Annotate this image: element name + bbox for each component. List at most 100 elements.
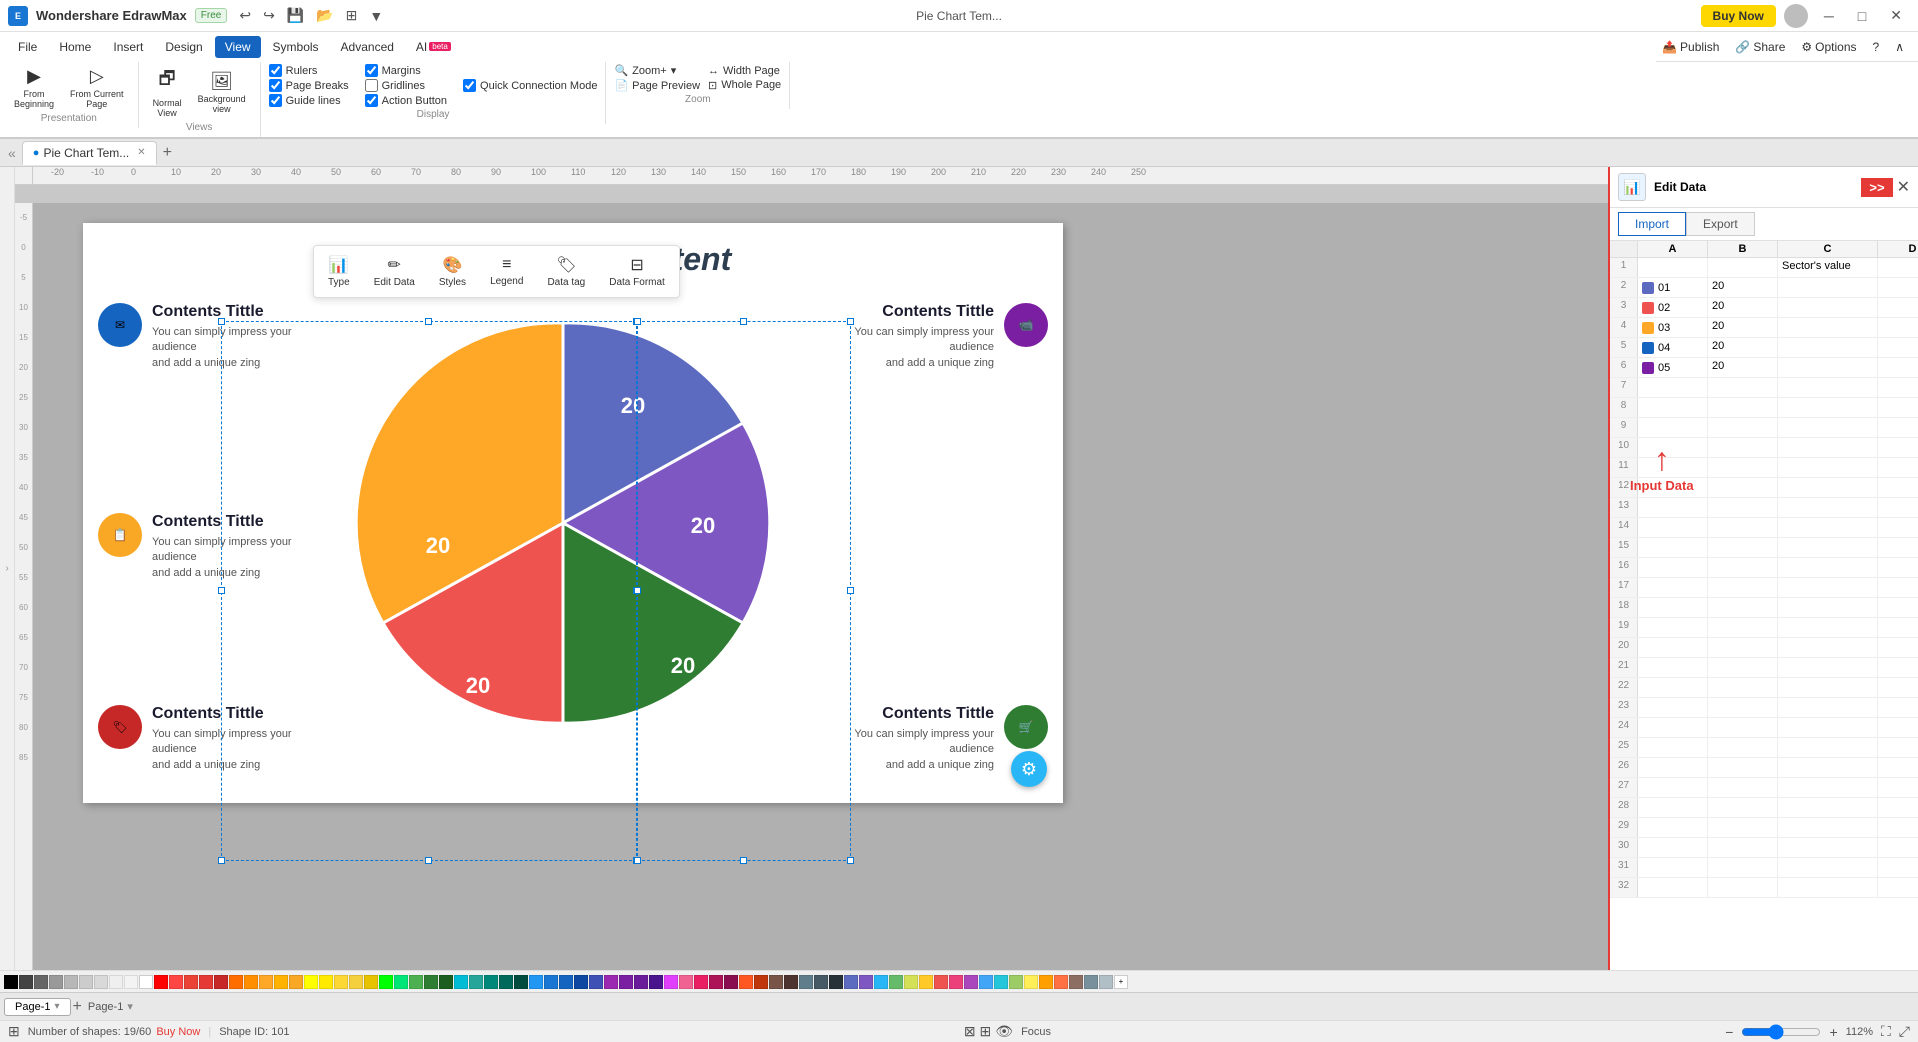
cell-4d[interactable] (1878, 318, 1918, 337)
swatch-yellow6[interactable] (364, 975, 378, 989)
publish-button[interactable]: 📤 Publish (1656, 38, 1725, 56)
action-button-checkbox[interactable] (365, 94, 378, 107)
swatch-lime2[interactable] (904, 975, 918, 989)
guide-lines-check[interactable]: Guide lines (269, 94, 349, 107)
cell-12c[interactable] (1778, 478, 1878, 497)
cell-2a[interactable]: 01 (1638, 278, 1708, 297)
cell-31d[interactable] (1878, 858, 1918, 877)
panel-chart-icon[interactable]: 📊 (1618, 173, 1646, 201)
cell-5c[interactable] (1778, 338, 1878, 357)
swatch-purple4[interactable] (649, 975, 663, 989)
cell-16a[interactable] (1638, 558, 1708, 577)
cell-11c[interactable] (1778, 458, 1878, 477)
swatch-lighter[interactable] (124, 975, 138, 989)
options-button[interactable]: ⚙ Options (1795, 38, 1862, 56)
cell-26b[interactable] (1708, 758, 1778, 777)
collapse-button[interactable]: ∧ (1889, 38, 1910, 56)
cell-22c[interactable] (1778, 678, 1878, 697)
cell-26c[interactable] (1778, 758, 1878, 777)
cell-16d[interactable] (1878, 558, 1918, 577)
swatch-yellow4[interactable] (334, 975, 348, 989)
swatch-light[interactable] (109, 975, 123, 989)
cell-21b[interactable] (1708, 658, 1778, 677)
swatch-yellow2[interactable] (304, 975, 318, 989)
template-button[interactable]: ⊞ (342, 5, 362, 26)
chart-legend-button[interactable]: ≡ Legend (484, 253, 529, 290)
swatch-purple2[interactable] (619, 975, 633, 989)
swatch-pink6[interactable] (949, 975, 963, 989)
zoom-in-icon[interactable]: + (1829, 1024, 1837, 1040)
more-colors-button[interactable]: + (1114, 975, 1128, 989)
cell-9b[interactable] (1708, 418, 1778, 437)
cell-15d[interactable] (1878, 538, 1918, 557)
action-button-check[interactable]: Action Button (365, 94, 447, 107)
cell-5a[interactable]: 04 (1638, 338, 1708, 357)
spreadsheet[interactable]: A B C D 1 Sector's value 2 0 (1610, 241, 1918, 970)
page-breaks-check[interactable]: Page Breaks (269, 79, 349, 92)
swatch-gray1[interactable] (49, 975, 63, 989)
swatch-teal4[interactable] (499, 975, 513, 989)
cell-27a[interactable] (1638, 778, 1708, 797)
cell-24d[interactable] (1878, 718, 1918, 737)
gridlines-checkbox[interactable] (365, 79, 378, 92)
cell-19b[interactable] (1708, 618, 1778, 637)
buy-now-button[interactable]: Buy Now (1701, 5, 1776, 27)
cell-8a[interactable] (1638, 398, 1708, 417)
swatch-teal[interactable] (454, 975, 468, 989)
float-settings-icon[interactable]: ⚙ (1011, 751, 1047, 787)
cell-24a[interactable] (1638, 718, 1708, 737)
cell-25b[interactable] (1708, 738, 1778, 757)
cell-7a[interactable] (1638, 378, 1708, 397)
chart-styles-button[interactable]: 🎨 Styles (433, 252, 472, 291)
cell-26a[interactable] (1638, 758, 1708, 777)
cell-8b[interactable] (1708, 398, 1778, 417)
from-beginning-button[interactable]: ▶ FromBeginning (8, 64, 60, 111)
swatch-gray2[interactable] (64, 975, 78, 989)
handle-ml[interactable] (218, 587, 225, 594)
swatch-lightgreen[interactable] (1009, 975, 1023, 989)
cell-32c[interactable] (1778, 878, 1878, 897)
cell-2b[interactable]: 20 (1708, 278, 1778, 297)
swatch-purple5[interactable] (964, 975, 978, 989)
cell-28a[interactable] (1638, 798, 1708, 817)
save-button[interactable]: 💾 (283, 5, 308, 26)
swatch-pink1[interactable] (664, 975, 678, 989)
page-width-item[interactable]: ↔ Width Page (708, 65, 781, 77)
cell-27d[interactable] (1878, 778, 1918, 797)
menu-symbols[interactable]: Symbols (263, 36, 329, 58)
swatch-yellow[interactable] (289, 975, 303, 989)
cell-24b[interactable] (1708, 718, 1778, 737)
swatch-deeporange3[interactable] (1054, 975, 1068, 989)
handle2-bm[interactable] (740, 857, 747, 864)
rulers-check[interactable]: Rulers (269, 64, 349, 77)
cell-30c[interactable] (1778, 838, 1878, 857)
cell-23c[interactable] (1778, 698, 1878, 717)
cell-31b[interactable] (1708, 858, 1778, 877)
cell-8d[interactable] (1878, 398, 1918, 417)
cell-3d[interactable] (1878, 298, 1918, 317)
swatch-brown[interactable] (769, 975, 783, 989)
swatch-indigo2[interactable] (844, 975, 858, 989)
background-view-button[interactable]: 🖼 Backgroundview (192, 69, 252, 116)
quick-connection-checkbox[interactable] (463, 79, 476, 92)
zoom-slider[interactable] (1741, 1024, 1821, 1040)
swatch-darkgreen2[interactable] (439, 975, 453, 989)
help-button[interactable]: ? (1867, 38, 1886, 56)
cell-28c[interactable] (1778, 798, 1878, 817)
whole-page-item[interactable]: ⊡ Whole Page (708, 79, 781, 92)
fit-icon[interactable]: ⊠ (964, 1023, 976, 1040)
cell-32d[interactable] (1878, 878, 1918, 897)
swatch-red[interactable] (154, 975, 168, 989)
swatch-green1[interactable] (394, 975, 408, 989)
cell-30a[interactable] (1638, 838, 1708, 857)
cell-3c[interactable] (1778, 298, 1878, 317)
cell-19a[interactable] (1638, 618, 1708, 637)
cell-6c[interactable] (1778, 358, 1878, 377)
cell-29b[interactable] (1708, 818, 1778, 837)
cell-29d[interactable] (1878, 818, 1918, 837)
swatch-cyan[interactable] (994, 975, 1008, 989)
swatch-brown3[interactable] (1069, 975, 1083, 989)
cell-6b[interactable]: 20 (1708, 358, 1778, 377)
swatch-red5[interactable] (934, 975, 948, 989)
swatch-gray4[interactable] (94, 975, 108, 989)
